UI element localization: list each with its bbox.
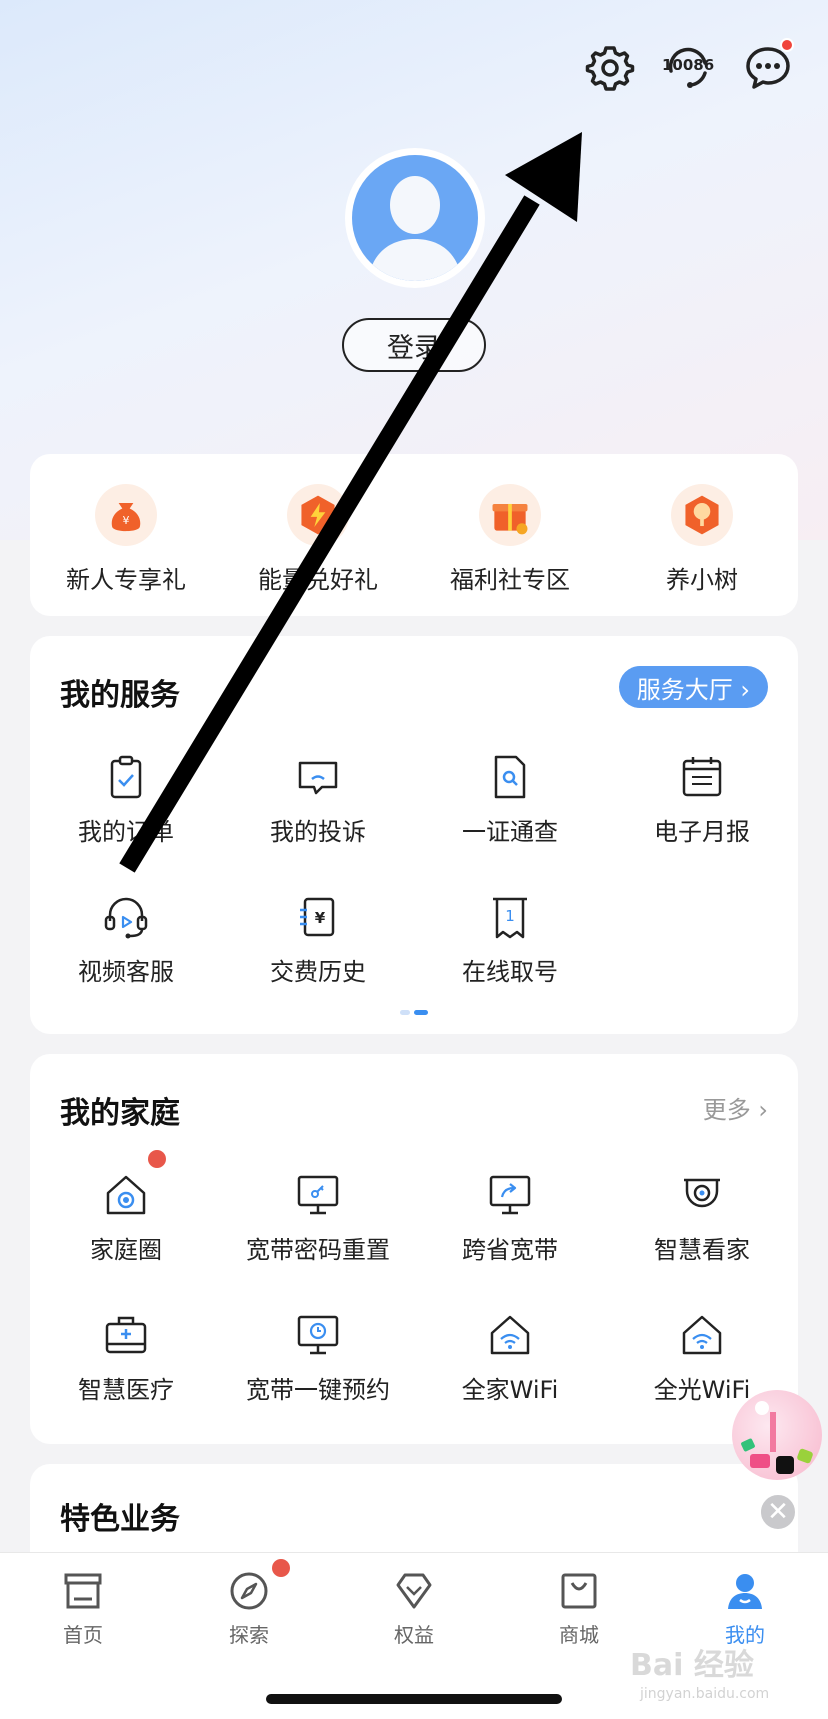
section-title: 特色业务: [60, 1502, 180, 1537]
energy-icon: [301, 495, 335, 535]
gift-label: 能量兑好礼: [258, 566, 378, 594]
default-avatar-icon: [368, 176, 462, 281]
monitor-key-icon: [297, 1175, 339, 1215]
monitor-clock-icon: [297, 1315, 339, 1355]
gift-label: 福利社专区: [450, 566, 570, 594]
ticket-number: 1: [505, 907, 515, 925]
gift-box-icon: [492, 503, 528, 535]
compass-icon: [230, 1572, 268, 1610]
family-broadband-reset[interactable]: 宽带密码重置: [222, 1170, 414, 1265]
service-label: 我的订单: [78, 818, 174, 846]
messages-button[interactable]: [740, 38, 796, 96]
bill-icon: ¥: [300, 897, 335, 937]
tab-home[interactable]: 首页: [28, 1569, 138, 1648]
settings-button[interactable]: [582, 40, 638, 96]
bag-icon: [561, 1573, 597, 1609]
diamond-icon: [396, 1573, 432, 1609]
home-wifi-icon: [490, 1315, 530, 1355]
document-search-icon: [494, 755, 526, 799]
family-circle[interactable]: 家庭圈: [30, 1150, 222, 1265]
person-icon: [728, 1574, 762, 1609]
gift-item-tree[interactable]: 养小树: [606, 484, 798, 595]
home-wifi-light-icon: [682, 1315, 722, 1355]
medical-case-icon: [105, 1316, 147, 1354]
section-title: 我的服务: [60, 678, 180, 713]
tree-icon: [685, 495, 719, 535]
service-my-complaints[interactable]: 我的投诉: [222, 752, 414, 847]
monitor-share-icon: [489, 1175, 531, 1215]
gift-label: 新人专享礼: [66, 566, 186, 594]
service-my-orders[interactable]: 我的订单: [30, 752, 222, 847]
watermark: Bai 经验: [630, 1648, 754, 1683]
family-label: 家庭圈: [90, 1236, 162, 1264]
calendar-icon: [682, 757, 722, 797]
home-circle-icon: [106, 1175, 146, 1215]
hotline-number: 10086: [662, 56, 715, 74]
explore-badge: [272, 1559, 290, 1577]
clipboard-icon: [110, 755, 142, 799]
service-label: 我的投诉: [270, 818, 366, 846]
service-online-queue[interactable]: 1 在线取号: [414, 892, 606, 987]
tab-label: 探索: [229, 1623, 269, 1647]
tab-explore[interactable]: 探索: [194, 1559, 304, 1648]
family-broadband-appointment[interactable]: 宽带一键预约: [222, 1310, 414, 1405]
family-label: 宽带密码重置: [246, 1236, 390, 1264]
my-family-card: 我的家庭 更多 › 家庭圈 宽带密码重置 跨省宽带 智慧看家 智慧医疗 宽带一键…: [30, 1054, 798, 1444]
tab-mall[interactable]: 商城: [524, 1569, 634, 1648]
family-label: 智慧看家: [654, 1236, 750, 1264]
floating-close-button[interactable]: ✕: [758, 1492, 798, 1532]
tab-label: 权益: [394, 1623, 434, 1647]
tab-me[interactable]: 我的: [690, 1569, 800, 1648]
service-hall-button[interactable]: 服务大厅 ›: [618, 666, 768, 708]
gift-item-welfare[interactable]: 福利社专区: [414, 484, 606, 595]
section-title: 我的家庭: [60, 1096, 180, 1131]
login-button[interactable]: 登录: [342, 318, 486, 372]
page-indicator: [400, 1010, 428, 1015]
service-label: 视频客服: [78, 958, 174, 986]
gear-icon: [585, 46, 635, 91]
service-id-check[interactable]: 一证通查: [414, 752, 606, 847]
gift-item-energy[interactable]: 能量兑好礼: [222, 484, 414, 595]
complaint-icon: [298, 761, 338, 795]
watermark-url: jingyan.baidu.com: [640, 1686, 770, 1702]
service-video-support[interactable]: 视频客服: [30, 892, 222, 987]
headset-icon: [104, 897, 148, 939]
new-badge: [148, 1150, 166, 1168]
family-label: 宽带一键预约: [246, 1376, 390, 1404]
family-label: 全家WiFi: [461, 1376, 559, 1404]
camera-icon: [684, 1178, 720, 1208]
home-indicator[interactable]: [266, 1694, 562, 1704]
service-label: 一证通查: [462, 818, 558, 846]
family-label: 跨省宽带: [462, 1236, 558, 1264]
promo-badge-icon: [741, 1401, 813, 1474]
close-icon: ✕: [767, 1497, 789, 1527]
gift-bag-icon: ¥: [111, 503, 141, 532]
gift-label: 养小树: [666, 566, 738, 594]
family-more-link[interactable]: 更多 ›: [703, 1090, 768, 1125]
floating-promo-widget[interactable]: [732, 1390, 822, 1480]
family-label: 智慧医疗: [78, 1376, 174, 1404]
benefits-card: ¥ 新人专享礼 能量兑好礼 福利社专区 养小树: [30, 454, 798, 616]
service-payment-history[interactable]: ¥ 交费历史: [222, 892, 414, 987]
family-smart-medical[interactable]: 智慧医疗: [30, 1310, 222, 1405]
tab-benefits[interactable]: 权益: [359, 1569, 469, 1648]
store-icon: [64, 1573, 102, 1609]
service-label: 交费历史: [270, 958, 366, 986]
service-monthly-report[interactable]: 电子月报: [606, 752, 798, 847]
family-whole-home-wifi[interactable]: 全家WiFi: [414, 1310, 606, 1405]
family-smart-home-watch[interactable]: 智慧看家: [606, 1170, 798, 1265]
svg-text:¥: ¥: [122, 514, 129, 527]
hotline-button[interactable]: 10086: [660, 40, 716, 96]
gift-item-newcomer[interactable]: ¥ 新人专享礼: [30, 484, 222, 595]
tab-label: 首页: [63, 1623, 103, 1647]
unread-badge: [780, 38, 794, 52]
avatar[interactable]: [345, 148, 485, 288]
tab-label: 商城: [559, 1623, 599, 1647]
my-services-card: 我的服务 服务大厅 › 我的订单 我的投诉 一证通查 电子月报 视频客服 ¥ 交…: [30, 636, 798, 1034]
ticket-icon: 1: [493, 897, 527, 939]
service-label: 在线取号: [462, 958, 558, 986]
svg-text:¥: ¥: [315, 909, 326, 927]
service-label: 电子月报: [654, 818, 750, 846]
family-cross-province[interactable]: 跨省宽带: [414, 1170, 606, 1265]
